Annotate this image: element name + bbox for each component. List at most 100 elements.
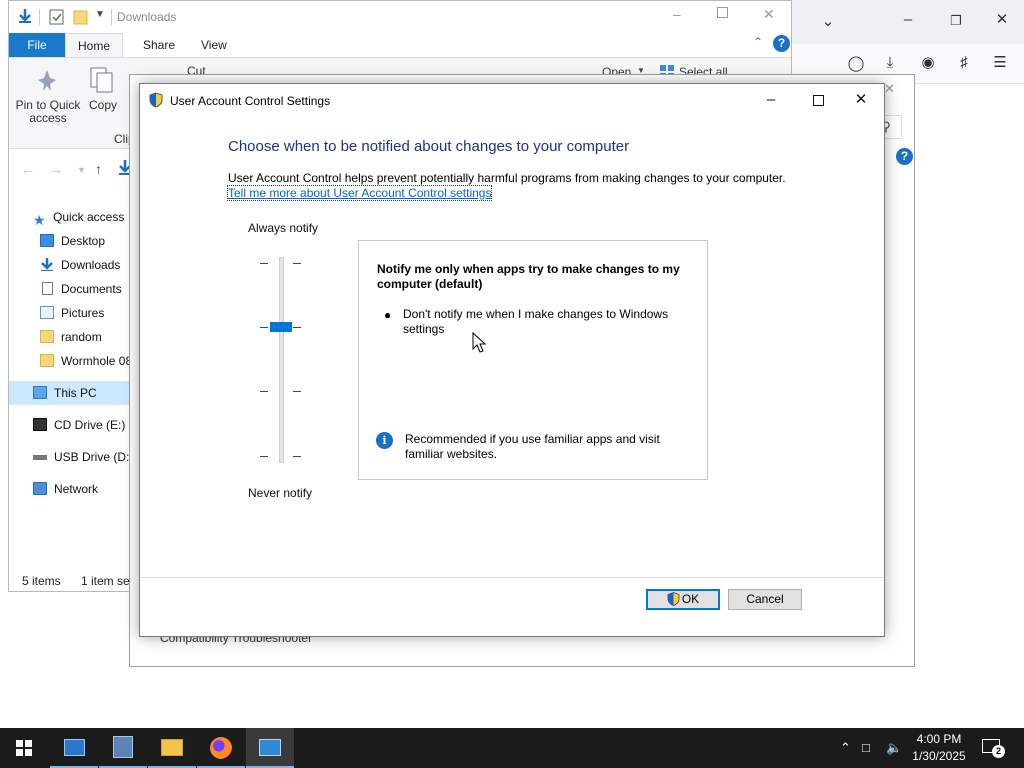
slider-track[interactable]	[279, 257, 284, 463]
windows-logo-icon	[16, 740, 32, 756]
action-center-button[interactable]: 2	[982, 739, 1005, 758]
uac-settings-dialog: User Account Control Settings – ✕ Choose…	[139, 83, 885, 637]
tab-share[interactable]: Share	[131, 33, 187, 57]
sidebar-item-documents[interactable]: Documents	[9, 277, 133, 301]
sidebar-item-cd-drive[interactable]: CD Drive (E:) H	[9, 413, 133, 437]
ribbon-tabs: File Home Share View ⌃ ?	[9, 33, 791, 57]
taskbar: ⌃ □ 🔈 4:00 PM 1/30/2025 2	[0, 728, 1024, 768]
tab-view[interactable]: View	[189, 33, 239, 57]
item-count: 5 items	[22, 574, 61, 588]
sidebar-item-network[interactable]: Network	[9, 477, 133, 501]
help-icon[interactable]: ?	[773, 35, 790, 52]
forward-icon[interactable]: →	[49, 161, 63, 177]
troubleshooter-close-icon[interactable]: ✕	[884, 81, 895, 97]
clock-date[interactable]: 1/30/2025	[906, 749, 972, 763]
uac-settings-app-icon	[259, 739, 281, 756]
pc-icon	[33, 386, 47, 399]
minimize-icon[interactable]: –	[761, 90, 781, 110]
mouse-cursor-icon	[472, 332, 487, 353]
help-icon[interactable]: ?	[896, 148, 913, 165]
explorer-maximize-icon[interactable]	[717, 7, 728, 18]
close-icon[interactable]: ✕	[992, 12, 1012, 28]
explorer-minimize-icon[interactable]: –	[673, 6, 681, 22]
uac-learn-more-link[interactable]: Tell me more about User Account Control …	[226, 185, 493, 201]
cancel-button[interactable]: Cancel	[728, 589, 802, 610]
minimize-icon[interactable]: –	[898, 12, 918, 28]
sidebar-item-this-pc[interactable]: This PC	[9, 381, 133, 405]
explorer-title: Downloads	[117, 10, 177, 24]
download-icon	[41, 258, 53, 271]
uac-window-title: User Account Control Settings	[170, 94, 331, 108]
sidebar-item-usb-drive[interactable]: USB Drive (D:)	[9, 445, 133, 469]
new-folder-icon[interactable]	[73, 9, 89, 25]
taskbar-app-network[interactable]	[99, 728, 147, 768]
taskbar-app-file-explorer[interactable]	[148, 728, 196, 768]
slider-tick	[260, 263, 268, 264]
uac-heading: Choose when to be notified about changes…	[228, 138, 630, 155]
properties-icon[interactable]	[49, 9, 65, 25]
extensions-icon[interactable]: ♯	[954, 55, 974, 71]
file-explorer-icon	[161, 739, 183, 756]
network-status-icon[interactable]: □	[862, 740, 870, 756]
selected-count: 1 item sel	[81, 574, 133, 588]
pocket-icon[interactable]: ◯	[846, 56, 866, 72]
taskbar-app-uac-settings[interactable]	[246, 728, 294, 768]
status-bar: 5 items 1 item sel	[9, 569, 139, 591]
explorer-close-icon[interactable]: ✕	[763, 6, 775, 23]
back-icon[interactable]: ←	[21, 161, 35, 177]
ok-button[interactable]: OK	[646, 589, 720, 610]
level-detail: Don't notify me when I make changes to W…	[403, 307, 669, 336]
volume-muted-icon[interactable]: 🔈	[886, 740, 902, 756]
tab-home[interactable]: Home	[65, 33, 123, 57]
sidebar-item-downloads[interactable]: Downloads	[9, 253, 133, 277]
slider-label-never-notify: Never notify	[248, 486, 313, 500]
maximize-icon[interactable]	[808, 90, 828, 110]
uac-description: User Account Control helps prevent poten…	[228, 171, 786, 185]
copy-button[interactable]: Copy	[85, 99, 121, 112]
account-icon[interactable]: ◉	[918, 55, 938, 71]
slider-tick	[293, 263, 301, 264]
slider-tick	[293, 456, 301, 457]
slider-tick	[260, 327, 268, 328]
firefox-icon	[210, 737, 232, 759]
info-icon: i	[376, 432, 393, 449]
level-recommendation: Recommended if you use familiar apps and…	[405, 432, 660, 461]
slider-tick	[293, 391, 301, 392]
sidebar-item-desktop[interactable]: Desktop	[9, 229, 133, 253]
bullet-icon: ●	[384, 308, 392, 322]
explorer-title-bar: ▼ Downloads – ✕	[9, 1, 791, 33]
downloads-icon[interactable]: ⤓	[880, 55, 900, 71]
recent-locations-icon[interactable]: ▼	[77, 165, 86, 175]
start-button[interactable]	[0, 728, 48, 768]
uac-shield-icon	[149, 92, 163, 108]
footer-divider	[140, 577, 884, 578]
cd-drive-icon	[33, 418, 47, 431]
ok-label: OK	[681, 592, 700, 606]
sidebar-item-random[interactable]: random	[9, 325, 133, 349]
sidebar-item-wormhole[interactable]: Wormhole 08	[9, 349, 133, 373]
taskbar-app-control-panel[interactable]	[50, 728, 98, 768]
menu-icon[interactable]: ☰	[990, 55, 1010, 71]
sidebar-item-pictures[interactable]: Pictures	[9, 301, 133, 325]
notification-count-badge: 2	[992, 745, 1005, 758]
customize-quick-access-icon[interactable]: ▼	[95, 9, 105, 20]
slider-tick	[260, 456, 268, 457]
slider-thumb[interactable]	[270, 322, 292, 332]
close-icon[interactable]: ✕	[851, 90, 871, 110]
up-icon[interactable]: ↑	[95, 161, 102, 177]
document-icon	[42, 282, 53, 295]
tab-file[interactable]: File	[9, 33, 65, 57]
sidebar-item-quick-access[interactable]: ★ Quick access	[9, 205, 133, 229]
slider-tick	[260, 391, 268, 392]
download-arrow-icon	[19, 9, 31, 23]
control-panel-icon	[64, 739, 85, 756]
clock-time[interactable]: 4:00 PM	[906, 732, 972, 746]
pin-to-quick-access-button[interactable]: Pin to Quick access	[13, 99, 83, 125]
browser-tab-bar: ⌄ – ❐ ✕	[780, 0, 1024, 44]
collapse-ribbon-icon[interactable]: ⌃	[753, 35, 763, 49]
restore-icon[interactable]: ❐	[946, 13, 966, 29]
show-hidden-icons-icon[interactable]: ⌃	[840, 740, 851, 756]
list-all-tabs-icon[interactable]: ⌄	[818, 14, 838, 30]
uac-shield-icon	[667, 592, 680, 606]
taskbar-app-firefox[interactable]	[197, 728, 245, 768]
